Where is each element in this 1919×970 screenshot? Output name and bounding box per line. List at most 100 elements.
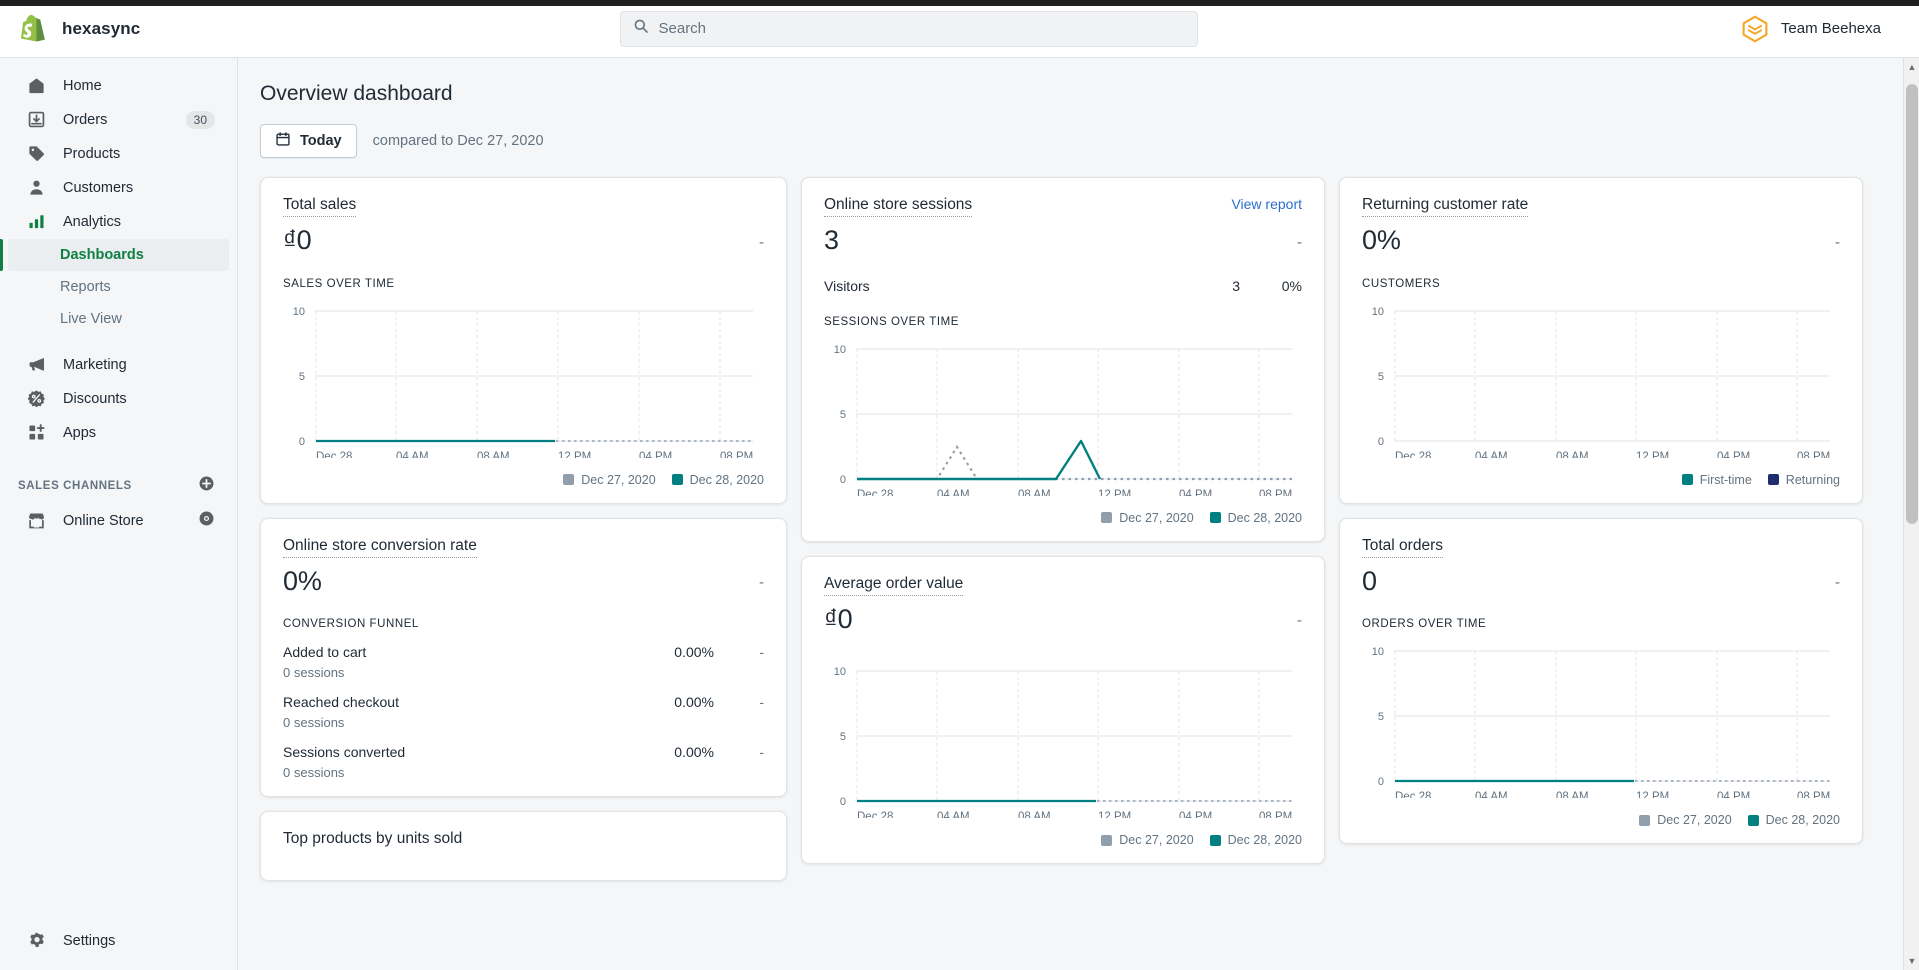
chart-orders-over-time[interactable]: 10 5 0 Dec 28 04 AM 08 AM 12 PM 04 PM 08… [1362,638,1840,803]
chart-sales-over-time[interactable]: 10 5 0 Dec 28 04 AM 08 AM 12 PM 04 PM 08… [283,298,764,463]
chart-average-order-value[interactable]: 10 5 0 Dec 28 04 AM 08 AM 12 PM 04 PM 08… [824,658,1302,823]
svg-text:0: 0 [1378,776,1384,788]
metric-delta: - [1297,233,1302,251]
legend-label: Dec 27, 2020 [1119,833,1194,848]
legend-swatch [1767,474,1779,486]
chart-sessions-over-time[interactable]: 10 5 0 Dec 28 04 AM 08 AM 12 PM 04 PM 08… [824,336,1302,501]
preview-store-eye-icon[interactable] [198,510,215,532]
store-name: hexasync [62,18,141,38]
sidebar-item-home[interactable]: Home [8,69,229,102]
sidebar-subitem-label: Reports [60,279,111,295]
sidebar-item-label: Marketing [63,356,127,373]
topbar-brand[interactable]: hexasync [0,14,238,44]
sidebar-item-dashboards[interactable]: Dashboards [0,239,229,271]
svg-text:04 AM: 04 AM [937,489,970,496]
sidebar-item-orders[interactable]: Orders 30 [8,103,229,136]
legend-swatch [1209,834,1221,846]
card-title[interactable]: Average order value [824,575,964,596]
date-range-today-button[interactable]: Today [260,124,357,158]
chart-section-label: CUSTOMERS [1362,277,1441,290]
beehexa-avatar-icon [1741,15,1769,43]
legend-label: Dec 27, 2020 [1119,510,1194,525]
svg-text:08 PM: 08 PM [1797,451,1830,458]
legend-label: Dec 28, 2020 [1765,813,1840,828]
top-bar: hexasync Search Team Beehexa [0,0,1919,58]
topbar-account[interactable]: Team Beehexa [1579,15,1919,43]
card-title[interactable]: Top products by units sold [283,830,462,850]
card-header: Total sales [283,196,764,217]
main-content: Overview dashboard Today compared to Dec… [238,58,1919,970]
dashboard-grid: Total sales ₫0 - SALES OVER TIME 10 5 0 … [260,177,1895,882]
legend-label: Dec 27, 2020 [1657,813,1732,828]
sidebar-item-online-store[interactable]: Online Store [8,504,229,537]
card-top-products-by-units-sold: Top products by units sold [260,811,787,882]
metric-value: 3 [824,225,839,255]
funnel-row[interactable]: Reached checkout 0 sessions 0.00% - [283,694,764,730]
sidebar-item-settings[interactable]: Settings [8,924,229,957]
funnel-labels: Reached checkout 0 sessions [283,694,634,730]
sidebar-item-live-view[interactable]: Live View [8,303,229,335]
calendar-icon [275,131,291,151]
svg-text:5: 5 [1378,711,1384,723]
legend-item-first-time: First-time [1681,473,1752,487]
compared-to-text: compared to Dec 27, 2020 [372,133,544,149]
today-label: Today [300,133,342,149]
apps-grid-icon [26,422,47,443]
chart-section-label: ORDERS OVER TIME [1362,618,1487,631]
visitors-value: 3 [1232,277,1240,294]
metric-value: ₫0 [824,603,853,634]
scroll-down-arrow-icon[interactable]: ▼ [1904,952,1919,970]
metric-row: 0% - [1362,225,1840,256]
sidebar-item-label: Apps [63,424,97,441]
funnel-step-delta: - [759,694,764,711]
card-title[interactable]: Online store conversion rate [283,537,477,558]
funnel-row[interactable]: Added to cart 0 sessions 0.00% - [283,644,764,680]
card-online-store-conversion-rate: Online store conversion rate 0% - CONVER… [260,517,787,798]
card-average-order-value: Average order value ₫0 - 10 5 0 Dec 28 0… [801,555,1325,865]
add-sales-channel-icon[interactable] [198,475,215,497]
visitors-row: Visitors 3 0% [824,278,1302,294]
sidebar-item-marketing[interactable]: Marketing [8,348,229,381]
svg-text:08 AM: 08 AM [477,451,510,458]
sidebar-item-customers[interactable]: Customers [8,171,229,204]
card-title[interactable]: Online store sessions [824,196,973,217]
dashboard-column-left: Total sales ₫0 - SALES OVER TIME 10 5 0 … [260,177,787,882]
sidebar-item-analytics[interactable]: Analytics [8,205,229,238]
view-report-link[interactable]: View report [1231,196,1302,212]
funnel-section-label: CONVERSION FUNNEL [283,618,419,631]
card-title[interactable]: Total sales [283,196,357,217]
svg-text:04 AM: 04 AM [396,451,429,458]
metric-delta: - [759,233,764,251]
page-scrollbar[interactable]: ▲ ▼ [1903,58,1919,970]
sidebar-item-label: Settings [63,932,116,949]
card-title[interactable]: Total orders [1362,537,1443,558]
date-range-row: Today compared to Dec 27, 2020 [260,124,1895,158]
sidebar: Home Orders 30 Products Customers Analyt… [0,58,238,970]
sidebar-item-apps[interactable]: Apps [8,416,229,449]
svg-text:04 PM: 04 PM [639,451,672,458]
svg-text:Dec 28: Dec 28 [1395,451,1431,458]
scroll-up-arrow-icon[interactable]: ▲ [1904,58,1919,76]
gear-icon [26,930,47,951]
scrollbar-thumb[interactable] [1906,84,1918,524]
svg-text:08 AM: 08 AM [1556,791,1589,798]
funnel-row[interactable]: Sessions converted 0 sessions 0.00% - [283,744,764,780]
svg-text:12 PM: 12 PM [1098,489,1131,496]
page-title: Overview dashboard [260,82,453,105]
svg-text:04 PM: 04 PM [1717,451,1750,458]
legend-item-prev: Dec 27, 2020 [1101,510,1194,525]
card-total-orders: Total orders 0 - ORDERS OVER TIME 10 5 0… [1339,517,1863,845]
metric-value: ₫0 [283,225,312,255]
sidebar-item-reports[interactable]: Reports [8,271,229,303]
search-icon [633,18,649,39]
sidebar-item-products[interactable]: Products [8,137,229,170]
sidebar-subitem-label: Live View [60,311,122,327]
sidebar-item-discounts[interactable]: Discounts [8,382,229,415]
funnel-labels: Sessions converted 0 sessions [283,744,634,780]
sidebar-item-label: Products [63,145,121,162]
card-title[interactable]: Returning customer rate [1362,196,1529,217]
search-input[interactable]: Search [619,10,1198,47]
chart-customers[interactable]: 10 5 0 Dec 28 04 AM 08 AM 12 PM 04 PM 08… [1362,298,1840,463]
team-name: Team Beehexa [1780,20,1881,37]
svg-text:Dec 28: Dec 28 [316,451,352,458]
